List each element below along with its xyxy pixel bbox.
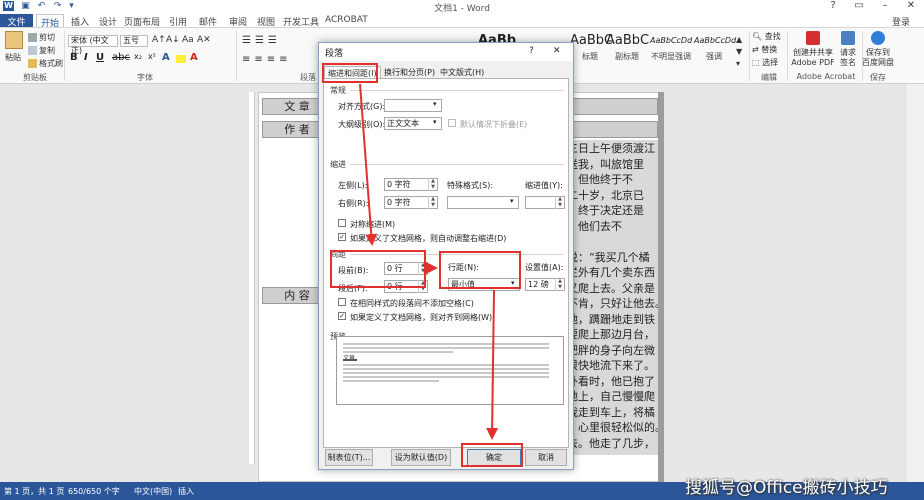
- arrow-line-to-ok: [486, 289, 499, 440]
- annotation-arrows: [359, 83, 499, 440]
- arrow-tab-to-spacing: [359, 83, 378, 246]
